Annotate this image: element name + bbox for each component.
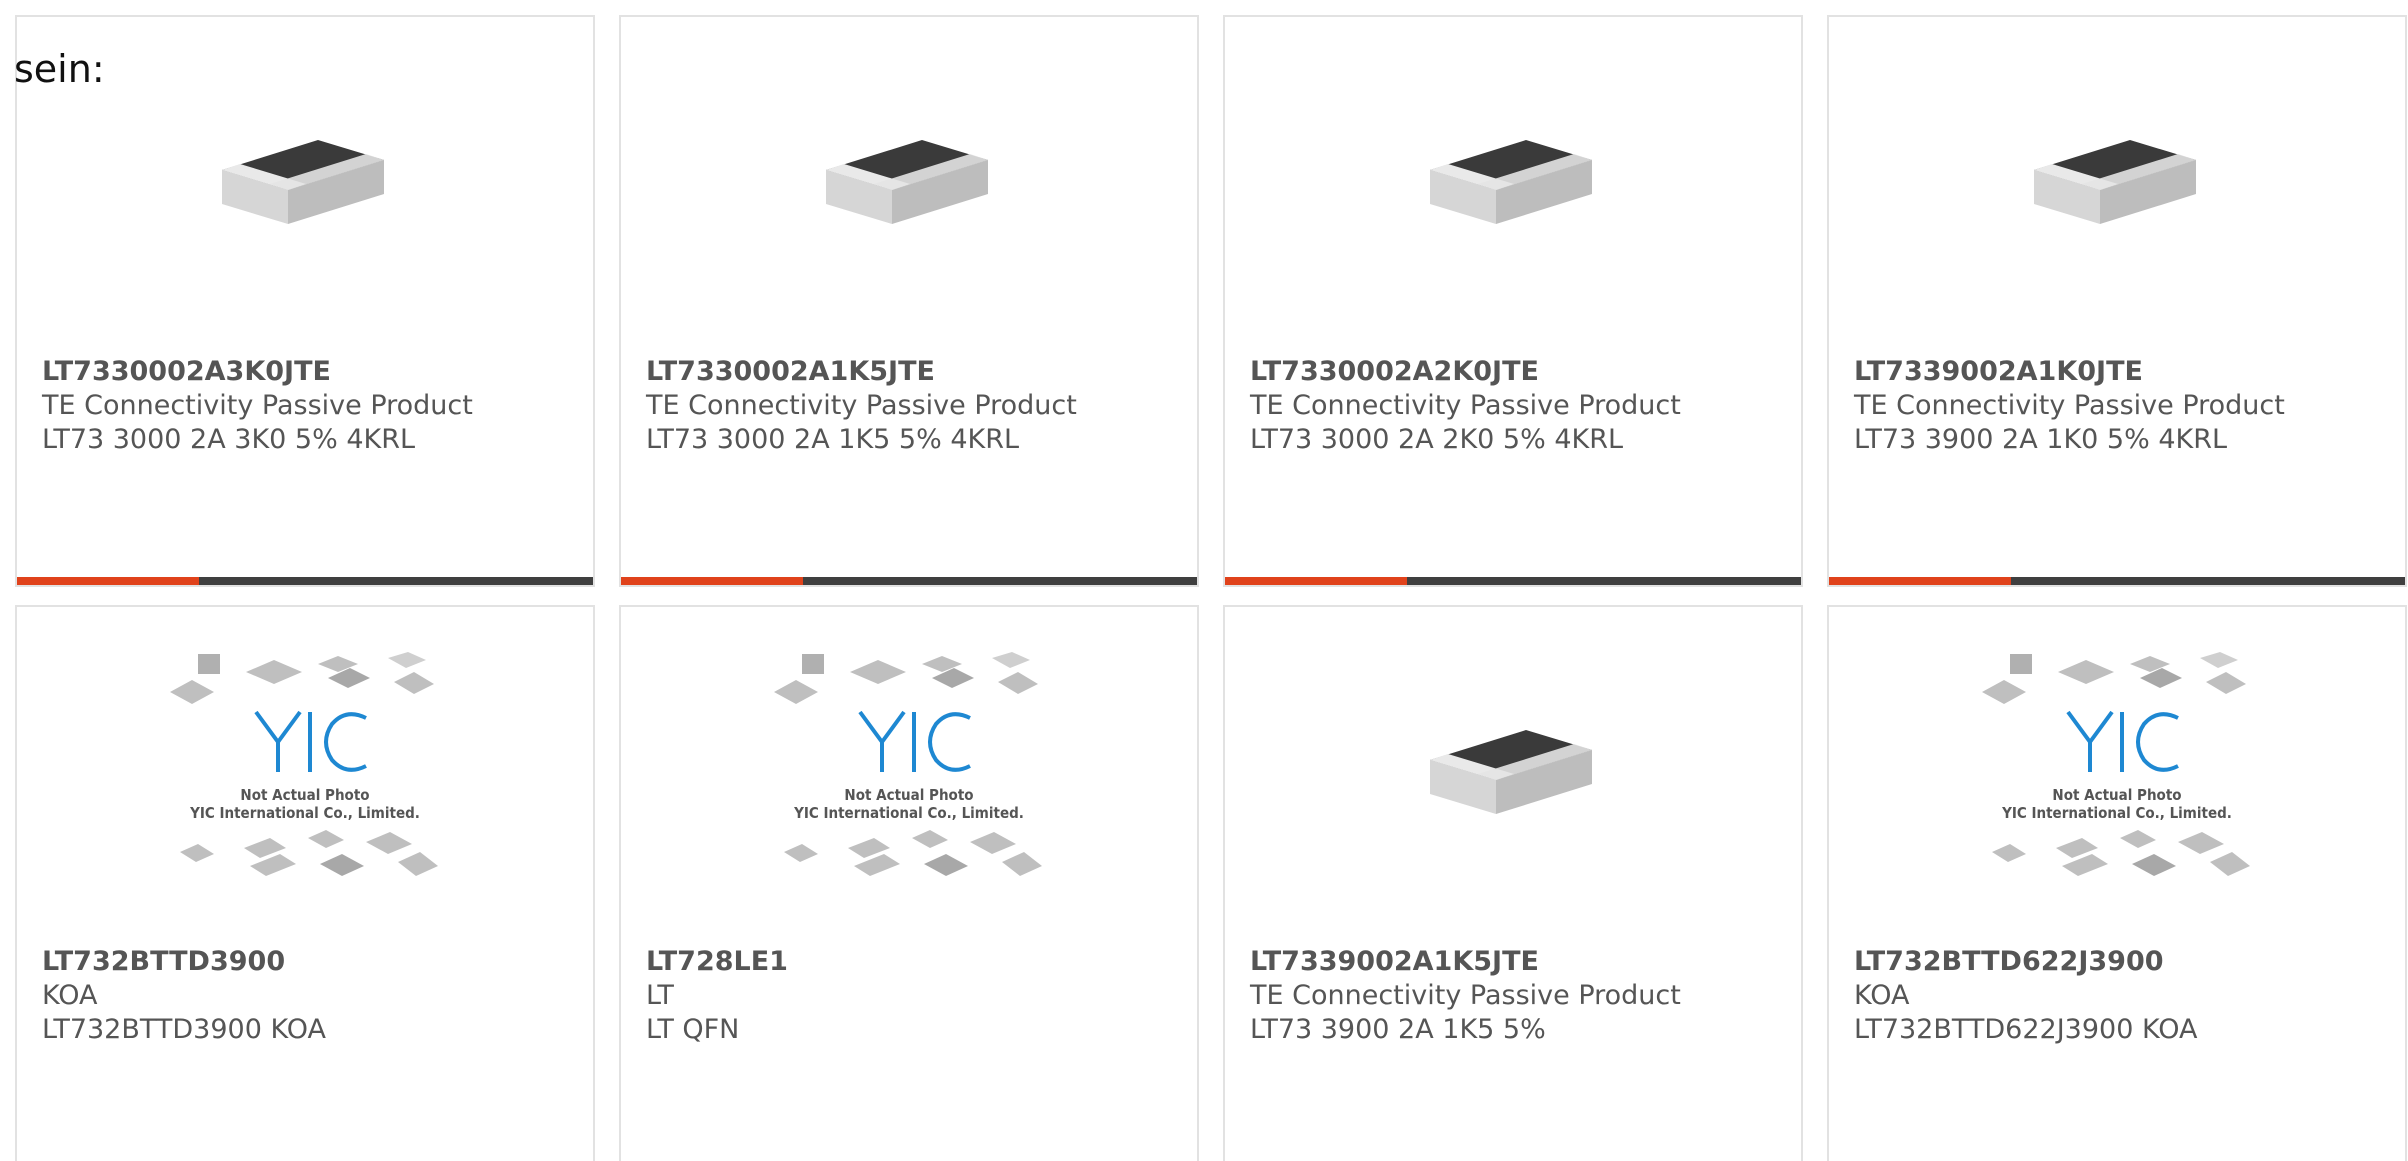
placeholder-line2: YIC International Co., Limited. [189,804,420,822]
manufacturer: TE Connectivity Passive Product [646,390,1077,421]
card-bottom-bar [1225,577,1801,585]
product-image[interactable] [1829,17,2405,357]
not-actual-photo-placeholder-icon: Not Actual Photo YIC International Co., … [1982,652,2250,876]
product-image[interactable] [621,17,1197,357]
product-image[interactable] [1225,17,1801,357]
description: LT QFN [646,1014,740,1045]
manufacturer: TE Connectivity Passive Product [1854,390,2285,421]
part-number[interactable]: LT728LE1 [646,945,1181,979]
card-bar-rest [1407,577,1801,585]
product-image[interactable]: Not Actual Photo YIC International Co., … [1829,607,2405,947]
product-card[interactable]: Not Actual Photo YIC International Co., … [1827,605,2407,1161]
product-card[interactable]: Not Actual Photo YIC International Co., … [619,605,1199,1161]
manufacturer: TE Connectivity Passive Product [42,390,473,421]
product-listing-page: sein: LT7330002A3K0JTE TE Connectivity P… [0,0,2408,1161]
description: LT73 3900 2A 1K0 5% 4KRL [1854,424,2228,455]
manufacturer: KOA [42,980,98,1011]
description: LT73 3900 2A 1K5 5% [1250,1014,1546,1045]
product-card[interactable]: Not Actual Photo YIC International Co., … [15,605,595,1161]
not-actual-photo-placeholder-icon: Not Actual Photo YIC International Co., … [170,652,438,876]
product-card[interactable]: LT7330002A3K0JTE TE Connectivity Passive… [15,15,595,587]
card-bottom-bar [621,577,1197,585]
product-image[interactable]: Not Actual Photo YIC International Co., … [17,607,593,947]
part-number[interactable]: LT7339002A1K5JTE [1250,945,1785,979]
part-number[interactable]: LT7330002A1K5JTE [646,355,1181,389]
product-card[interactable]: LT7339002A1K5JTE TE Connectivity Passive… [1223,605,1803,1161]
part-number[interactable]: LT732BTTD622J3900 [1854,945,2389,979]
chip-resistor-icon [222,140,384,224]
not-actual-photo-placeholder-icon: Not Actual Photo YIC International Co., … [774,652,1042,876]
manufacturer: TE Connectivity Passive Product [1250,390,1681,421]
placeholder-line1: Not Actual Photo [2052,786,2181,804]
card-bar-accent [621,577,803,585]
description: LT73 3000 2A 3K0 5% 4KRL [42,424,416,455]
product-card[interactable]: LT7330002A1K5JTE TE Connectivity Passive… [619,15,1199,587]
product-image[interactable]: Not Actual Photo YIC International Co., … [621,607,1197,947]
product-image[interactable] [1225,607,1801,947]
card-bar-rest [199,577,593,585]
chip-resistor-icon [2034,140,2196,224]
card-bottom-bar [17,577,593,585]
description: LT732BTTD3900 KOA [42,1014,326,1045]
intro-text: sein: [14,47,105,91]
part-number[interactable]: LT7330002A3K0JTE [42,355,577,389]
card-bottom-bar [1829,577,2405,585]
product-card[interactable]: LT7339002A1K0JTE TE Connectivity Passive… [1827,15,2407,587]
product-grid: LT7330002A3K0JTE TE Connectivity Passive… [15,15,2407,1161]
card-bar-rest [2011,577,2405,585]
description: LT73 3000 2A 1K5 5% 4KRL [646,424,1020,455]
product-card[interactable]: LT7330002A2K0JTE TE Connectivity Passive… [1223,15,1803,587]
manufacturer: KOA [1854,980,1910,1011]
manufacturer: TE Connectivity Passive Product [1250,980,1681,1011]
part-number[interactable]: LT732BTTD3900 [42,945,577,979]
card-bar-accent [1225,577,1407,585]
placeholder-line2: YIC International Co., Limited. [793,804,1024,822]
placeholder-line2: YIC International Co., Limited. [2001,804,2232,822]
chip-resistor-icon [1430,730,1592,814]
card-bar-accent [1829,577,2011,585]
description: LT732BTTD622J3900 KOA [1854,1014,2198,1045]
manufacturer: LT [646,980,674,1011]
placeholder-line1: Not Actual Photo [240,786,369,804]
part-number[interactable]: LT7339002A1K0JTE [1854,355,2389,389]
description: LT73 3000 2A 2K0 5% 4KRL [1250,424,1624,455]
card-bar-rest [803,577,1197,585]
card-bar-accent [17,577,199,585]
chip-resistor-icon [1430,140,1592,224]
chip-resistor-icon [826,140,988,224]
placeholder-line1: Not Actual Photo [844,786,973,804]
part-number[interactable]: LT7330002A2K0JTE [1250,355,1785,389]
